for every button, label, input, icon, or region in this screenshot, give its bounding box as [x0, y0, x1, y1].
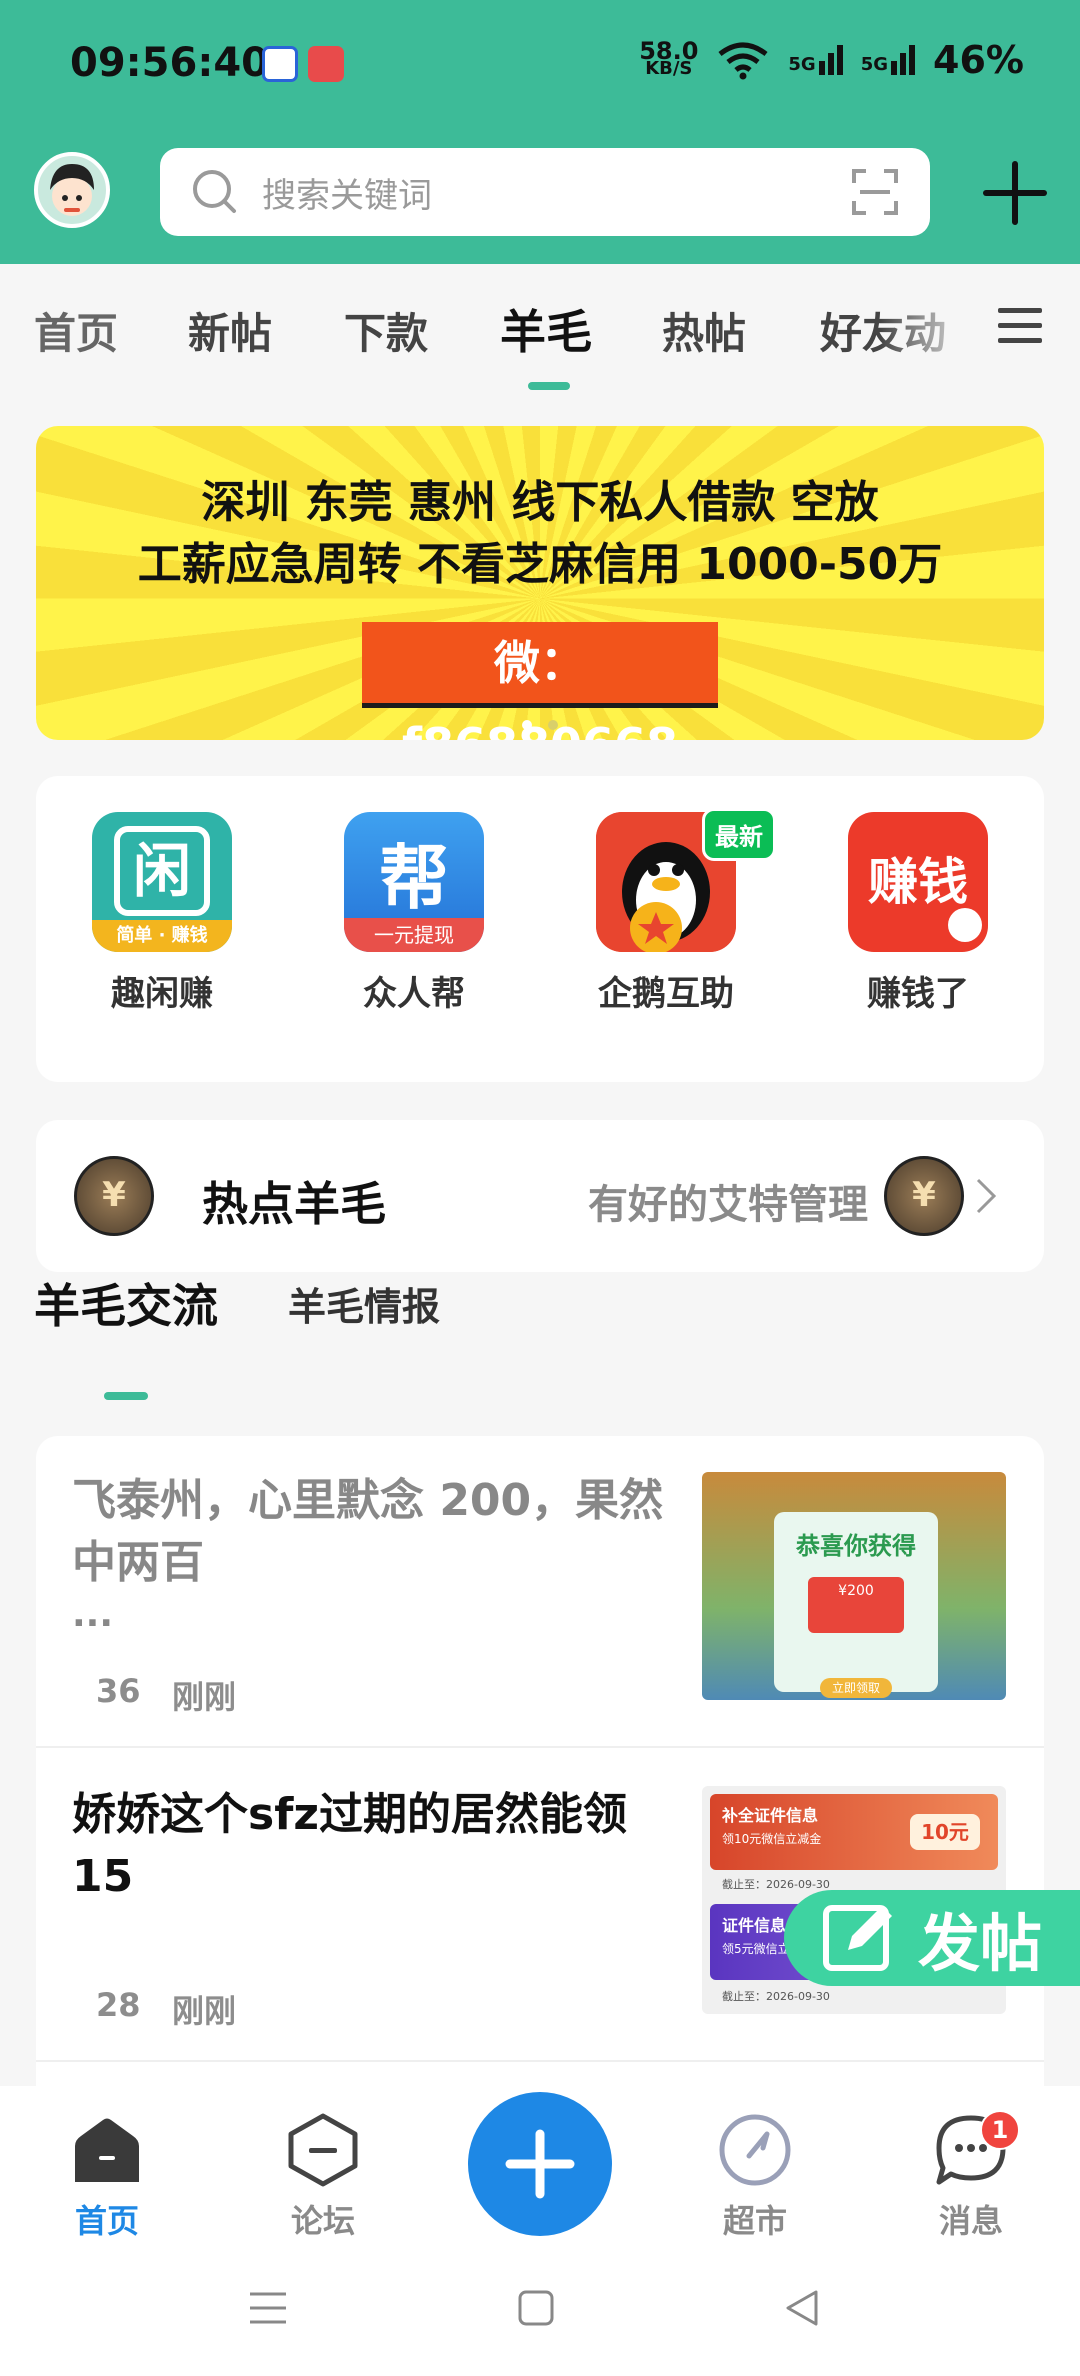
signal-icon-1: 5G: [788, 45, 843, 75]
tab-new-posts[interactable]: 新帖: [188, 300, 272, 361]
hot-title: 热点羊毛: [202, 1177, 386, 1231]
net-speed: 58.0 KB/S: [639, 37, 699, 79]
lightning-icon: [948, 908, 982, 942]
banner-line-1: 深圳 东莞 惠州 线下私人借款 空放: [201, 477, 879, 528]
chevron-right-icon: [976, 1178, 997, 1214]
section-tab-indicator: [104, 1392, 148, 1400]
coin-icon-2: ¥: [884, 1156, 964, 1236]
plus-icon: [505, 2129, 575, 2199]
section-tab-exchange[interactable]: 羊毛交流: [34, 1270, 218, 1336]
compass-icon: [719, 2114, 791, 2186]
tab-fade: [880, 290, 980, 360]
nav-home[interactable]: 首页: [52, 2112, 162, 2242]
add-icon[interactable]: [980, 158, 1050, 228]
create-post-button[interactable]: 发帖: [784, 1890, 1080, 1986]
zhongrenbang-icon: 帮 一元提现: [344, 812, 484, 952]
signal-icon-2: 5G: [861, 45, 916, 75]
recent-apps-icon[interactable]: [248, 2290, 288, 2326]
app-zhongrenbang[interactable]: 帮 一元提现 众人帮: [344, 812, 484, 1015]
app-zhuanqianle[interactable]: 赚钱 赚钱了: [848, 812, 988, 1015]
banner-contact: 微：f86880668: [362, 622, 718, 740]
prize-card: 恭喜你获得 ¥200: [774, 1512, 938, 1692]
zhuanqianle-icon: 赚钱: [848, 812, 988, 952]
search-bar[interactable]: 搜索关键词: [160, 148, 930, 236]
coupon-card: 补全证件信息 领10元微信立减金 10元: [710, 1794, 998, 1870]
post-thumbnail: 恭喜你获得 ¥200 立即领取: [702, 1472, 1006, 1700]
hot-subtitle: 有好的艾特管理: [588, 1182, 868, 1228]
nav-forum[interactable]: 论坛: [268, 2112, 378, 2242]
nav-market-label: 超市: [722, 2202, 787, 2240]
app-qiehuzhu[interactable]: 最新 企鹅互助: [596, 808, 776, 1015]
home-button-icon[interactable]: [518, 2290, 554, 2326]
post-ellipsis: ...: [72, 1594, 114, 1635]
post-count: 28: [96, 1986, 141, 2024]
carousel-dot-active: [522, 720, 532, 730]
tab-loans[interactable]: 下款: [344, 300, 428, 361]
home-icon: [75, 2118, 139, 2182]
post-time: 刚刚: [172, 1992, 237, 2030]
app-label: 众人帮: [363, 974, 465, 1014]
user-avatar[interactable]: [34, 152, 110, 228]
scan-icon[interactable]: [850, 167, 900, 217]
quxianzhuan-icon: 闲 简单 · 赚钱: [92, 812, 232, 952]
active-tab-indicator: [528, 382, 570, 390]
app-label: 赚钱了: [867, 974, 969, 1014]
search-placeholder: 搜索关键词: [262, 175, 432, 216]
nav-market[interactable]: 超市: [700, 2112, 810, 2242]
banner-line-2: 工薪应急周转 不看芝麻信用 1000-50万: [137, 539, 943, 590]
penguin-icon: 最新: [596, 808, 776, 954]
nav-messages-label: 消息: [938, 2202, 1003, 2240]
search-icon: [193, 170, 236, 213]
tab-home[interactable]: 首页: [34, 300, 118, 361]
create-post-label: 发帖: [918, 1907, 1043, 1980]
post-title: 娇娇这个sfz过期的居然能领15: [72, 1789, 627, 1902]
back-icon[interactable]: [784, 2288, 820, 2328]
app-label: 企鹅互助: [598, 974, 734, 1014]
battery-level: 46%: [933, 38, 1024, 82]
tab-hot[interactable]: 热帖: [662, 300, 746, 361]
center-add-button[interactable]: [468, 2092, 612, 2236]
ad-banner[interactable]: 深圳 东莞 惠州 线下私人借款 空放 工薪应急周转 不看芝麻信用 1000-50…: [36, 426, 1044, 740]
nav-forum-label: 论坛: [290, 2202, 355, 2240]
post-time: 刚刚: [172, 1678, 237, 1716]
tab-deals[interactable]: 羊毛: [500, 296, 592, 362]
section-tab-intel[interactable]: 羊毛情报: [288, 1276, 440, 1331]
post-title: 飞泰州，心里默念 200，果然中两百: [72, 1475, 664, 1588]
app-quxianzhuan[interactable]: 闲 简单 · 赚钱 趣闲赚: [92, 812, 232, 1015]
message-count-badge: 1: [980, 2110, 1020, 2150]
divider: [36, 2060, 1044, 2062]
notification-app-icon: [262, 46, 298, 82]
status-time: 09:56:40: [70, 40, 269, 86]
notification-app-icon-2: [308, 46, 344, 82]
menu-icon[interactable]: [996, 306, 1044, 346]
nav-home-label: 首页: [74, 2202, 139, 2240]
forum-icon: [288, 2113, 358, 2187]
post-count: 36: [96, 1672, 141, 1710]
carousel-dot: [548, 720, 558, 730]
app-label: 趣闲赚: [111, 974, 213, 1014]
new-badge: 最新: [702, 808, 776, 861]
status-right: 58.0 KB/S 5G 5G 46%: [639, 38, 1024, 82]
wifi-icon: [718, 42, 768, 80]
coin-icon: ¥: [74, 1156, 154, 1236]
edit-icon: [823, 1905, 892, 1971]
